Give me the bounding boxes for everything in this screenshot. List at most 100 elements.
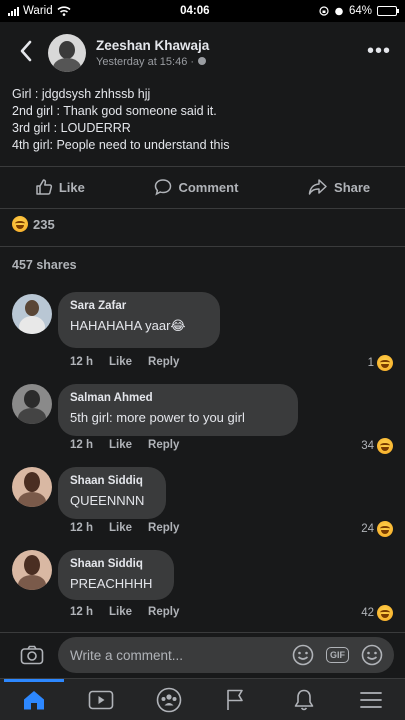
comment-meta: 12 h Like Reply <box>70 356 179 368</box>
status-left: Warid <box>8 5 71 17</box>
sticker-icon[interactable] <box>292 644 314 666</box>
globe-icon <box>198 57 207 65</box>
post-actions: Like Comment Share <box>0 172 405 202</box>
status-right: 64% <box>319 5 399 17</box>
share-count[interactable]: 457 shares <box>12 258 77 272</box>
post-header: Zeeshan Khawaja Yesterday at 15:46 · ••• <box>0 28 405 78</box>
post-time-text: Yesterday at 15:46 <box>96 56 188 68</box>
comment-reply-link[interactable]: Reply <box>148 439 179 451</box>
comment-label: Comment <box>178 179 239 195</box>
tab-groups[interactable] <box>139 679 199 720</box>
comment-reply-link[interactable]: Reply <box>148 606 179 618</box>
share-button[interactable]: Share <box>308 178 370 196</box>
comment-meta: 12 h Like Reply <box>70 439 179 451</box>
battery-percent: 64% <box>348 5 372 17</box>
comment-icon <box>155 179 172 196</box>
more-options-button[interactable]: ••• <box>367 40 391 63</box>
tab-watch[interactable] <box>71 679 131 720</box>
bottom-tab-bar <box>0 678 405 720</box>
signal-icon <box>8 6 19 16</box>
divider <box>0 208 405 209</box>
commenter-avatar[interactable] <box>12 294 52 334</box>
comment-reactions[interactable]: 34 <box>361 438 393 454</box>
share-icon <box>308 179 327 195</box>
bell-icon <box>294 689 314 710</box>
author-block: Zeeshan Khawaja Yesterday at 15:46 · <box>96 38 209 68</box>
post-timestamp: Yesterday at 15:46 · <box>96 56 209 68</box>
post-text: Girl : jdgdsysh zhhssb hjj 2nd girl : Th… <box>12 86 392 154</box>
commenter-name[interactable]: Shaan Siddiq <box>70 475 154 487</box>
menu-icon <box>360 691 383 708</box>
commenter-avatar[interactable] <box>12 384 52 424</box>
comment-like-link[interactable]: Like <box>109 439 132 451</box>
alarm-icon <box>335 7 343 16</box>
tab-notifications[interactable] <box>274 679 334 720</box>
laugh-reaction-icon <box>377 355 393 371</box>
comment-time: 12 h <box>70 356 94 368</box>
comment-bubble[interactable]: Shaan Siddiq PREACHHHH <box>58 550 174 600</box>
comment-like-link[interactable]: Like <box>109 522 132 534</box>
comment-like-link[interactable]: Like <box>109 606 132 618</box>
commenter-name[interactable]: Salman Ahmed <box>70 392 286 404</box>
divider <box>0 166 405 167</box>
comment-reply-link[interactable]: Reply <box>148 522 179 534</box>
comment-composer: GIF <box>0 632 405 676</box>
tab-home[interactable] <box>3 678 64 720</box>
composer-icons: GIF <box>292 644 383 666</box>
wifi-icon <box>57 6 71 16</box>
comment-text: PREACHHHH <box>70 576 153 591</box>
comment-reaction-count: 1 <box>367 357 374 369</box>
commenter-avatar[interactable] <box>12 550 52 590</box>
laugh-reaction-icon <box>377 605 393 621</box>
tab-pages[interactable] <box>206 679 266 720</box>
author-name[interactable]: Zeeshan Khawaja <box>96 38 209 53</box>
post-line: 2nd girl : Thank god someone said it. <box>12 104 217 118</box>
comment-text: HAHAHAHA yaar😂 <box>70 318 186 333</box>
comment-time: 12 h <box>70 439 94 451</box>
tab-menu[interactable] <box>341 679 401 720</box>
like-button[interactable]: Like <box>35 178 85 196</box>
gif-icon[interactable]: GIF <box>326 647 349 663</box>
comment-reaction-count: 24 <box>361 523 374 535</box>
status-bar: Warid 04:06 64% <box>0 0 405 22</box>
comment-reply-link[interactable]: Reply <box>148 356 179 368</box>
comment-reactions[interactable]: 1 <box>368 355 393 371</box>
groups-icon <box>156 687 182 712</box>
share-label: Share <box>334 179 371 195</box>
back-arrow-icon <box>20 40 32 62</box>
laugh-reaction-icon <box>377 521 393 537</box>
comment-bubble[interactable]: Shaan Siddiq QUEENNNN <box>58 467 166 519</box>
post-line: 3rd girl : LOUDERRR <box>12 121 131 135</box>
comment-reaction-count: 34 <box>361 440 374 452</box>
comment-button[interactable]: Comment <box>154 178 238 196</box>
emoji-icon[interactable] <box>361 644 383 666</box>
comment-time: 12 h <box>70 522 94 534</box>
separator-dot: · <box>190 56 198 68</box>
author-avatar[interactable] <box>48 34 86 72</box>
reaction-count: 235 <box>33 216 55 232</box>
comment-bubble[interactable]: Sara Zafar HAHAHAHA yaar😂 <box>58 292 220 348</box>
camera-button[interactable] <box>12 633 52 677</box>
battery-icon <box>377 6 399 16</box>
comment-time: 12 h <box>70 606 94 618</box>
comment-like-link[interactable]: Like <box>109 356 132 368</box>
post-line: Girl : jdgdsysh zhhssb hjj <box>12 87 151 101</box>
reaction-summary[interactable]: 235 <box>12 216 55 232</box>
commenter-name[interactable]: Sara Zafar <box>70 300 208 312</box>
thumbs-up-icon <box>36 179 52 195</box>
comment-reactions[interactable]: 24 <box>361 521 393 537</box>
home-icon <box>23 690 44 709</box>
laugh-reaction-icon <box>12 216 28 232</box>
laugh-reaction-icon <box>377 438 393 454</box>
comment-reaction-count: 42 <box>361 607 374 619</box>
back-button[interactable] <box>8 40 44 66</box>
camera-icon <box>20 645 44 665</box>
commenter-name[interactable]: Shaan Siddiq <box>70 558 162 570</box>
comment-reactions[interactable]: 42 <box>361 605 393 621</box>
comment-bubble[interactable]: Salman Ahmed 5th girl: more power to you… <box>58 384 298 436</box>
commenter-avatar[interactable] <box>12 467 52 507</box>
clock: 04:06 <box>180 5 210 17</box>
flag-icon <box>227 689 244 710</box>
carrier-name: Warid <box>23 5 53 17</box>
comment-text: 5th girl: more power to you girl <box>70 410 245 425</box>
